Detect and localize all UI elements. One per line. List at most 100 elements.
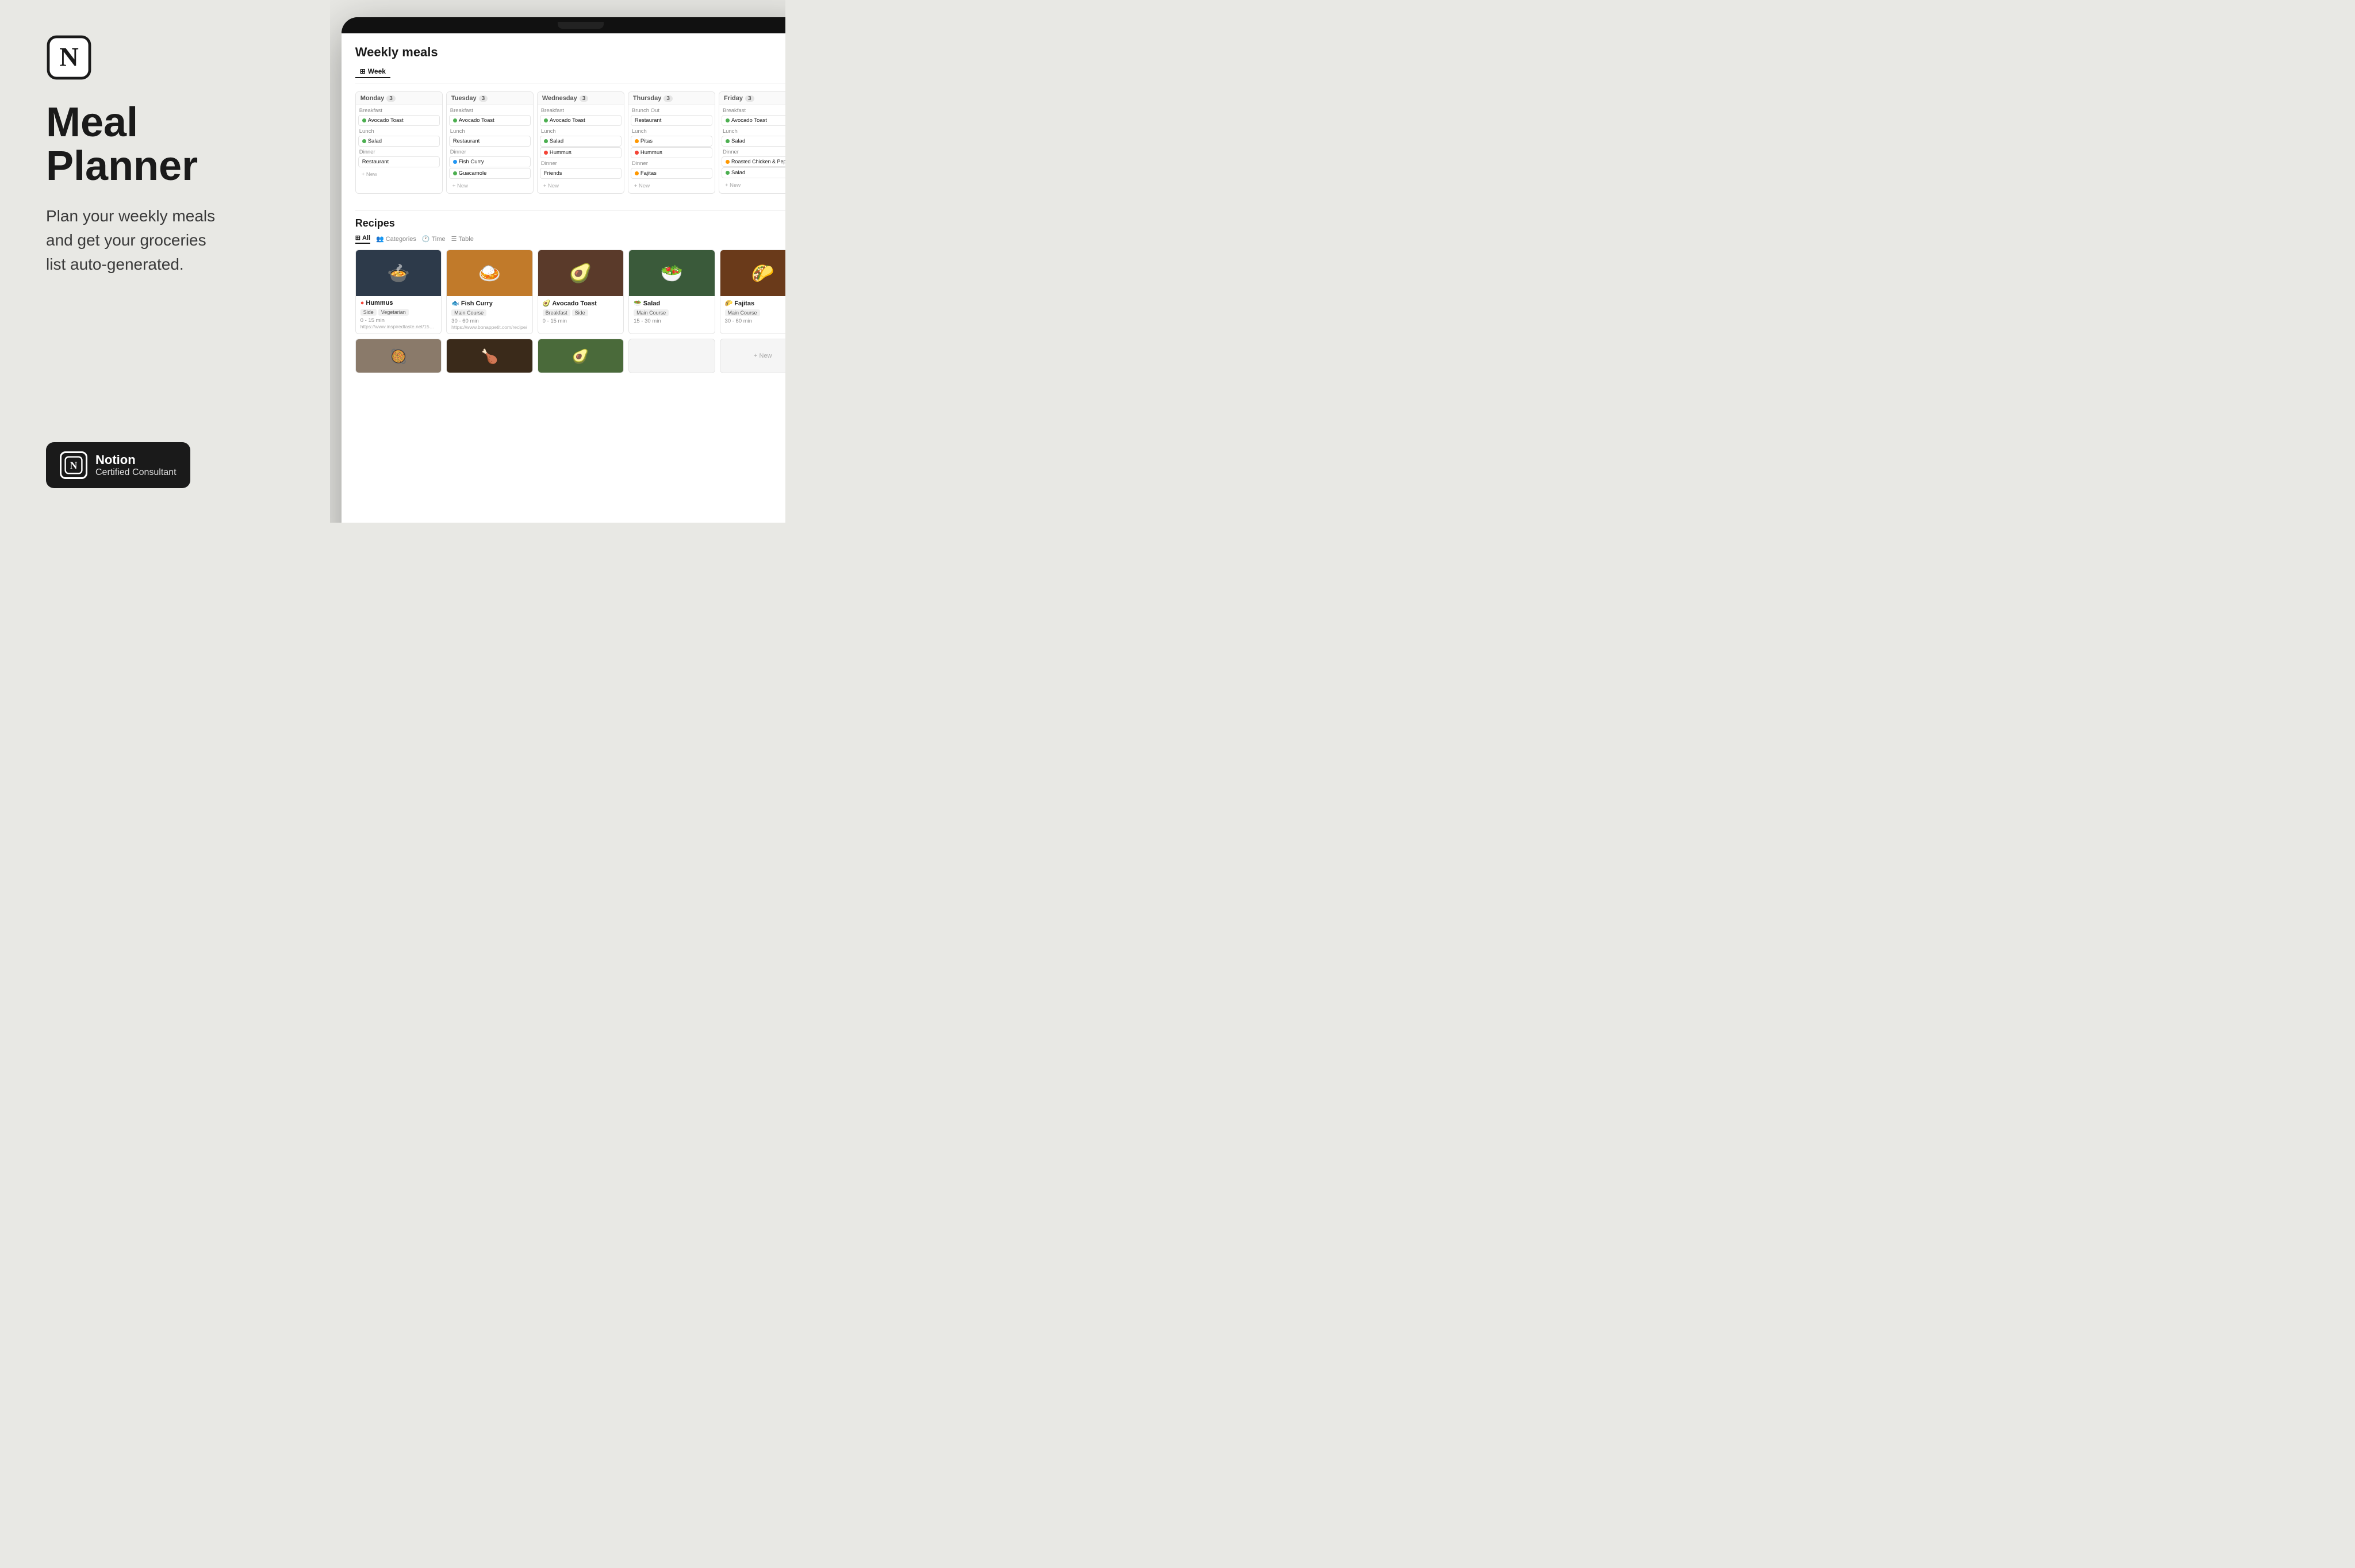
recipe-time-fishcurry: 30 - 60 min bbox=[451, 318, 527, 324]
meal-name: Avocado Toast bbox=[368, 117, 404, 124]
recipe-card-fajitas[interactable]: 🌮 🌮 Fajitas Main Course 30 - 60 min bbox=[720, 250, 785, 334]
day-body-wednesday: Breakfast Avocado Toast Lunch bbox=[538, 105, 624, 193]
recipe-tab-time[interactable]: 🕐 Time bbox=[422, 235, 446, 243]
meal-label: Breakfast bbox=[722, 108, 785, 114]
day-column-friday: Friday 3 Breakfast Avocado Toast bbox=[719, 91, 785, 194]
recipe-name-salad: 🥗 Salad bbox=[634, 300, 709, 307]
dot-blue-icon bbox=[453, 160, 457, 164]
meal-item[interactable]: Avocado Toast bbox=[722, 115, 785, 126]
meal-name: Pitas bbox=[640, 138, 653, 144]
meal-label: Brunch Out bbox=[631, 108, 712, 114]
recipe-card-hummus[interactable]: 🍲 ● Hummus Side Vegetarian 0 - bbox=[355, 250, 442, 334]
meal-name: Salad bbox=[368, 138, 382, 144]
meal-name: Hummus bbox=[550, 149, 572, 156]
meal-item[interactable]: Avocado Toast bbox=[449, 115, 531, 126]
recipe-card-new[interactable]: + New bbox=[720, 339, 785, 373]
meal-block-monday-dinner: Dinner Restaurant bbox=[358, 149, 440, 167]
meal-block-tuesday-breakfast: Breakfast Avocado Toast bbox=[449, 108, 531, 126]
meal-item[interactable]: Restaurant bbox=[449, 136, 531, 147]
recipe-card-partial-1[interactable]: 🥘 bbox=[355, 339, 442, 373]
recipe-info-hummus: ● Hummus Side Vegetarian 0 - 15 min http… bbox=[356, 296, 441, 333]
day-header-wednesday: Wednesday 3 bbox=[538, 92, 624, 105]
day-column-wednesday: Wednesday 3 Breakfast Avocado Toast bbox=[537, 91, 624, 194]
meal-block-friday-dinner: Dinner Roasted Chicken & Peppers Salad bbox=[722, 149, 785, 178]
dot-green-icon bbox=[453, 118, 457, 122]
recipe-url-hummus: https://www.inspiredtaste.net/15938... bbox=[360, 324, 436, 329]
meal-item[interactable]: Pitas bbox=[631, 136, 712, 147]
meal-item[interactable]: Avocado Toast bbox=[358, 115, 440, 126]
meal-item[interactable]: Hummus bbox=[540, 147, 622, 158]
recipe-card-partial-2[interactable]: 🍗 bbox=[446, 339, 532, 373]
recipe-grid-row2: 🥘 🍗 🥑 bbox=[355, 339, 785, 373]
meal-label: Dinner bbox=[540, 160, 622, 167]
camera-bump bbox=[558, 22, 604, 29]
meal-label: Lunch bbox=[449, 128, 531, 135]
recipe-tab-all[interactable]: ⊞ All bbox=[355, 234, 370, 244]
meal-name: Avocado Toast bbox=[550, 117, 585, 124]
meal-item[interactable]: Avocado Toast bbox=[540, 115, 622, 126]
meal-item[interactable]: Hummus bbox=[631, 147, 712, 158]
meal-block-thursday-brunch: Brunch Out Restaurant bbox=[631, 108, 712, 126]
day-name-monday: Monday bbox=[360, 95, 385, 102]
meal-item[interactable]: Salad bbox=[358, 136, 440, 147]
meal-item[interactable]: Guacamole bbox=[449, 168, 531, 179]
app-page-title: Weekly meals bbox=[355, 45, 785, 60]
new-row-wednesday[interactable]: + New bbox=[540, 181, 622, 191]
meal-label: Lunch bbox=[631, 128, 712, 135]
badge-notion-icon: N bbox=[60, 451, 87, 479]
tab-label: Categories bbox=[386, 236, 416, 243]
recipe-tab-table[interactable]: ☰ Table bbox=[451, 235, 474, 243]
recipe-card-fishcurry[interactable]: 🍛 🐟 Fish Curry Main Course 30 - 60 min bbox=[446, 250, 532, 334]
dot-green-icon bbox=[726, 118, 730, 122]
tablet-screen: Weekly meals ⊞ Week Monday bbox=[342, 33, 785, 523]
meal-item[interactable]: Fish Curry bbox=[449, 156, 531, 167]
dot-orange-icon bbox=[635, 171, 639, 175]
meal-name: Salad bbox=[550, 138, 563, 144]
recipe-card-salad[interactable]: 🥗 🥗 Salad Main Course 15 - 30 min bbox=[628, 250, 715, 334]
day-column-monday: Monday 3 Breakfast Avocado Toast bbox=[355, 91, 443, 194]
recipe-tag: Vegetarian bbox=[378, 309, 409, 316]
meal-name: Guacamole bbox=[459, 170, 487, 177]
meal-item[interactable]: Salad bbox=[722, 136, 785, 147]
dot-orange-icon bbox=[726, 160, 730, 164]
new-label: + New bbox=[754, 352, 772, 359]
recipe-tags-avocadotoast: Breakfast Side bbox=[543, 309, 619, 316]
new-row-thursday[interactable]: + New bbox=[631, 181, 712, 191]
recipe-name-hummus: ● Hummus bbox=[360, 300, 436, 306]
new-row-tuesday[interactable]: + New bbox=[449, 181, 531, 191]
meal-label: Dinner bbox=[449, 149, 531, 155]
day-count-wednesday: 3 bbox=[580, 95, 589, 102]
recipe-card-partial-3[interactable]: 🥑 bbox=[538, 339, 624, 373]
meal-block-wednesday-breakfast: Breakfast Avocado Toast bbox=[540, 108, 622, 126]
dot-green-icon bbox=[544, 139, 548, 143]
day-column-tuesday: Tuesday 3 Breakfast Avocado Toast bbox=[446, 91, 534, 194]
meal-item[interactable]: Friends bbox=[540, 168, 622, 179]
tab-week[interactable]: ⊞ Week bbox=[355, 66, 390, 78]
meal-item[interactable]: Salad bbox=[540, 136, 622, 147]
recipe-tag: Main Course bbox=[725, 309, 760, 316]
meal-item[interactable]: Restaurant bbox=[358, 156, 440, 167]
tab-label: Time bbox=[432, 236, 446, 243]
recipe-card-avocadotoast[interactable]: 🥑 🥑 Avocado Toast Breakfast Side bbox=[538, 250, 624, 334]
day-body-thursday: Brunch Out Restaurant Lunch Pi bbox=[628, 105, 715, 193]
notion-content: Weekly meals ⊞ Week Monday bbox=[342, 33, 785, 523]
meal-item[interactable]: Roasted Chicken & Peppers bbox=[722, 156, 785, 167]
recipe-tags-fishcurry: Main Course bbox=[451, 309, 527, 316]
recipe-tab-categories[interactable]: 👥 Categories bbox=[376, 235, 416, 243]
meal-label: Lunch bbox=[358, 128, 440, 135]
recipe-time-fajitas: 30 - 60 min bbox=[725, 318, 785, 324]
meal-label: Breakfast bbox=[449, 108, 531, 114]
new-row-friday[interactable]: + New bbox=[722, 181, 785, 190]
meal-label: Dinner bbox=[722, 149, 785, 155]
meal-name: Avocado Toast bbox=[731, 117, 767, 124]
meal-name: Salad bbox=[731, 138, 745, 144]
table-icon: ☰ bbox=[451, 235, 457, 243]
meal-block-monday-breakfast: Breakfast Avocado Toast bbox=[358, 108, 440, 126]
tab-label: All bbox=[362, 235, 370, 241]
meal-label: Breakfast bbox=[540, 108, 622, 114]
meal-item[interactable]: Salad bbox=[722, 167, 785, 178]
new-row-monday[interactable]: + New bbox=[358, 170, 440, 179]
calendar-section: Monday 3 Breakfast Avocado Toast bbox=[355, 91, 785, 203]
meal-item[interactable]: Fajitas bbox=[631, 168, 712, 179]
meal-item[interactable]: Restaurant bbox=[631, 115, 712, 126]
